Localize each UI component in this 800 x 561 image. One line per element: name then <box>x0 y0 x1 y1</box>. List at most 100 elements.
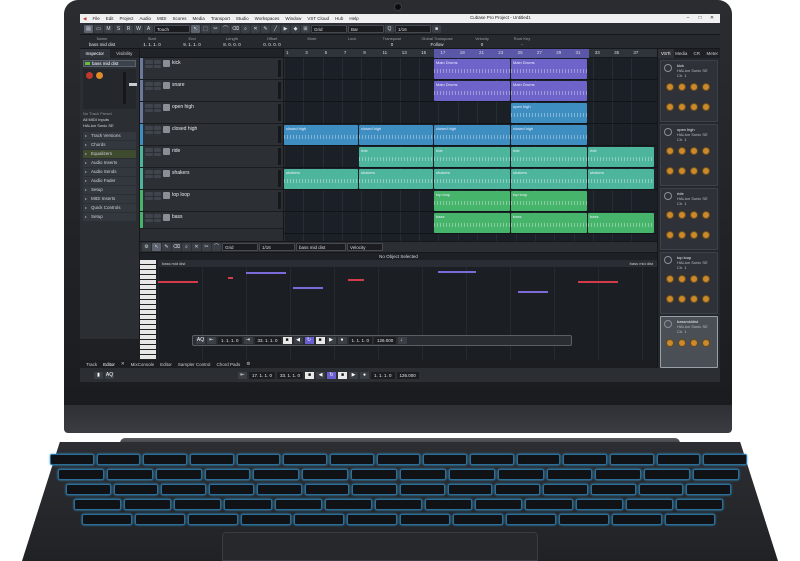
metronome-icon[interactable]: ♩ <box>398 337 408 344</box>
menu-midi[interactable]: MIDI <box>154 16 170 21</box>
section-audio-inserts[interactable]: ▸ Audio Inserts <box>83 159 136 167</box>
cycle-button[interactable]: ■ <box>305 371 315 379</box>
quick-control-knob[interactable] <box>666 147 674 155</box>
menu-vst-cloud[interactable]: VST Cloud <box>304 16 332 21</box>
floating-transport[interactable]: AQ ⇤ 1. 1. 1. 0 ⇥ 33. 1. 1. 0 ■ ◀ ↻ ■ ▶ … <box>192 335 572 346</box>
editor-zoom-tool-icon[interactable]: ⌕ <box>182 243 191 251</box>
line-tool-icon[interactable]: ╱ <box>271 24 280 33</box>
midi-part[interactable]: Main Drums <box>434 81 510 101</box>
info-value-length[interactable]: 8. 0. 0. 0 <box>212 42 252 47</box>
rewind-icon[interactable]: ◀ <box>316 371 326 379</box>
tab-settings-icon[interactable]: ⚙ <box>246 361 250 367</box>
tab-cr[interactable]: CR <box>689 49 705 58</box>
quick-control-knob[interactable] <box>690 211 698 219</box>
midi-note[interactable] <box>293 287 323 289</box>
mute-tool-icon[interactable]: ✕ <box>251 24 260 33</box>
tab-editor-2[interactable]: Editor <box>160 362 172 367</box>
glue-tool-icon[interactable]: ⌒ <box>221 24 230 33</box>
track-name[interactable]: bass <box>172 214 183 220</box>
section-equalizers[interactable]: ▸ Equalizers <box>83 150 136 158</box>
quick-control-knob[interactable] <box>702 83 710 91</box>
midi-note[interactable] <box>246 272 286 274</box>
tab-editor[interactable]: Editor <box>103 362 115 367</box>
menu-edit[interactable]: Edit <box>103 16 117 21</box>
inspector-toggle-icon[interactable]: ▤ <box>84 24 93 33</box>
info-value-offset[interactable]: 0. 0. 0. 0 <box>252 42 292 47</box>
quick-control-knob[interactable] <box>666 83 674 91</box>
grid-type-select[interactable]: Grid <box>311 24 347 33</box>
midi-part[interactable]: closed high <box>434 125 510 145</box>
track-row[interactable]: ride <box>140 146 283 168</box>
loop-button[interactable]: ↻ <box>304 337 314 344</box>
midi-note[interactable] <box>228 277 233 279</box>
tempo-display[interactable]: 126.000 <box>396 371 419 379</box>
track-name[interactable]: closed high <box>172 126 197 132</box>
right-locator-field[interactable]: 33. 1. 1. 0 <box>277 371 304 379</box>
section-chords[interactable]: ▸ Chords <box>83 141 136 149</box>
midi-part[interactable]: ride <box>359 147 433 167</box>
automation-mode-select[interactable]: Touch <box>154 24 190 33</box>
volume-fader-handle[interactable] <box>129 83 137 86</box>
track-name[interactable]: open high <box>172 104 194 110</box>
minimize-icon[interactable]: – <box>682 14 694 23</box>
menu-scores[interactable]: Scores <box>170 16 190 21</box>
quick-control-knob[interactable] <box>690 83 698 91</box>
stop-button[interactable]: ■ <box>338 371 348 379</box>
info-value-root-key[interactable]: - <box>502 42 542 47</box>
midi-part[interactable]: bass <box>511 213 587 233</box>
power-icon[interactable] <box>664 256 672 264</box>
solo-toggle-button[interactable]: S <box>114 24 123 33</box>
quick-control-knob[interactable] <box>690 295 698 303</box>
menu-audio[interactable]: Audio <box>137 16 155 21</box>
editor-ruler[interactable]: bass mid dist bass mid dist <box>158 260 657 267</box>
midi-note[interactable] <box>578 281 618 283</box>
quick-control-knob[interactable] <box>666 167 674 175</box>
quick-control-knob[interactable] <box>690 103 698 111</box>
midi-part[interactable]: shakers <box>511 169 587 189</box>
power-icon[interactable] <box>664 320 672 328</box>
quick-control-knob[interactable] <box>678 147 686 155</box>
quick-control-knob[interactable] <box>702 275 710 283</box>
editor-draw-tool-icon[interactable]: ✎ <box>162 243 171 251</box>
performance-icon[interactable]: ▮ <box>94 371 103 379</box>
write-automation-button[interactable]: W <box>134 24 143 33</box>
left-locator-icon[interactable]: ⇤ <box>238 371 247 379</box>
tab-meter[interactable]: Meter <box>705 49 721 58</box>
cycle-button[interactable]: ■ <box>282 337 292 344</box>
editor-settings-icon[interactable]: ⚙ <box>142 243 151 251</box>
quick-control-knob[interactable] <box>666 295 674 303</box>
menu-help[interactable]: Help <box>346 16 361 21</box>
midi-output-select[interactable]: HALion Sonic SE <box>83 123 136 128</box>
menu-workspaces[interactable]: Workspaces <box>252 16 283 21</box>
midi-part[interactable]: closed high <box>511 125 587 145</box>
lower-zone-icon[interactable]: ▭ <box>94 24 103 33</box>
quick-control-knob[interactable] <box>702 103 710 111</box>
quick-control-knob[interactable] <box>702 295 710 303</box>
object-selection-tool-icon[interactable]: ↖ <box>191 24 200 33</box>
color-picker-icon[interactable]: ■ <box>432 24 441 33</box>
track-preset-field[interactable]: No Track Preset <box>83 111 136 116</box>
section-setup[interactable]: ▸ Setup <box>83 186 136 194</box>
midi-part[interactable]: Main Drums <box>511 81 587 101</box>
play-tool-icon[interactable]: ▶ <box>281 24 290 33</box>
midi-note[interactable] <box>158 281 198 283</box>
auto-quantize-button[interactable]: AQ <box>196 337 205 344</box>
section-setup-2[interactable]: ▸ Setup <box>83 213 136 221</box>
track-row[interactable]: closed high <box>140 124 283 146</box>
track-name[interactable]: top loop <box>172 192 190 198</box>
left-locator-icon[interactable]: ⇤ <box>207 337 216 344</box>
quick-control-knob[interactable] <box>666 339 674 347</box>
stop-button[interactable]: ■ <box>315 337 325 344</box>
editor-split-tool-icon[interactable]: ✂ <box>202 243 211 251</box>
section-quick-controls[interactable]: ▸ Quick Controls <box>83 204 136 212</box>
locator-range[interactable] <box>434 49 589 58</box>
vsti-slot[interactable]: ride HALion Sonic SE Ch. 1 <box>660 188 718 250</box>
track-name[interactable]: kick <box>172 60 181 66</box>
info-value-start[interactable]: 1. 1. 1. 0 <box>132 42 172 47</box>
tab-close-icon[interactable]: ✕ <box>121 361 125 367</box>
tab-inspector[interactable]: Inspector <box>80 49 110 58</box>
quick-control-knob[interactable] <box>690 231 698 239</box>
event-display[interactable]: 1 3 5 7 9 11 13 15 17 19 21 23 25 27 29 31 33 35 37 Main D… <box>284 49 657 241</box>
midi-part[interactable]: closed high <box>284 125 358 145</box>
quick-control-knob[interactable] <box>666 211 674 219</box>
